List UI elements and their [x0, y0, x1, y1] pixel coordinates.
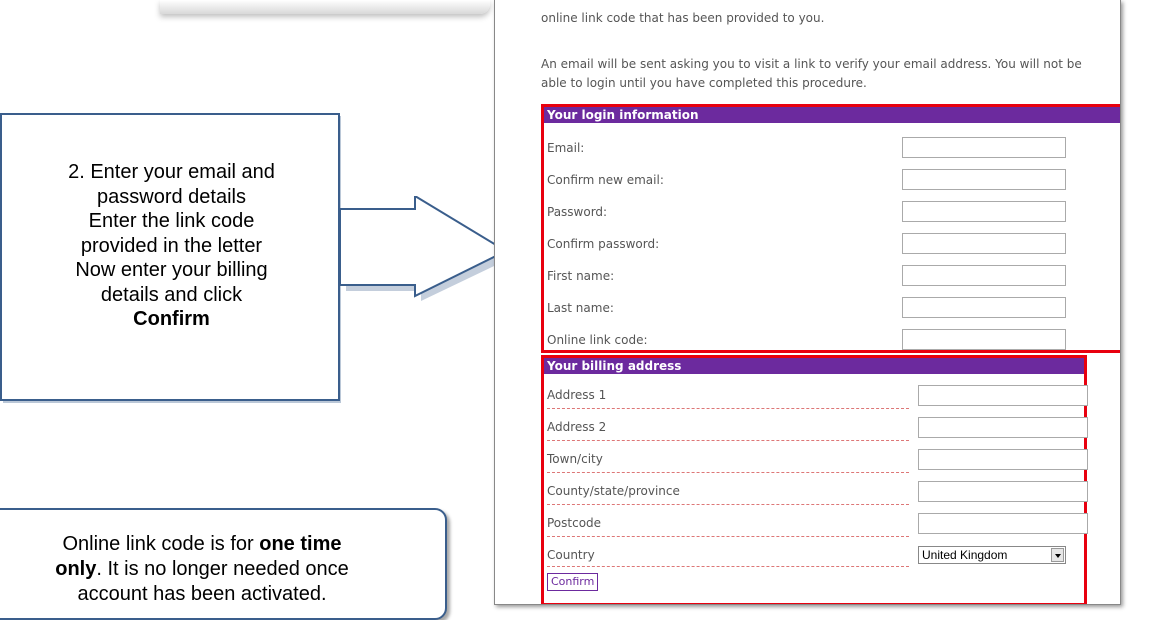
address1-field[interactable] [918, 385, 1088, 406]
confirm-email-label: Confirm new email: [547, 173, 664, 187]
section-title: Your login information [544, 107, 1120, 123]
note-emphasis: one time [259, 533, 342, 555]
callout-line: 2. Enter your email and [68, 161, 275, 183]
email-label: Email: [547, 141, 585, 155]
first-name-field[interactable] [902, 265, 1066, 286]
first-name-label: First name: [547, 269, 615, 283]
confirm-email-field[interactable] [902, 169, 1066, 190]
link-code-field[interactable] [902, 329, 1066, 350]
confirm-password-field[interactable] [902, 233, 1066, 254]
link-code-note: Online link code is for one time only. I… [0, 508, 447, 620]
callout-line: provided in the letter [80, 234, 263, 257]
password-label: Password: [547, 205, 608, 219]
note-line2-text: . It is no longer needed once [96, 558, 349, 580]
registration-page: online link code that has been provided … [494, 0, 1121, 605]
instruction-callout: 2. Enter your email and password details… [0, 113, 343, 405]
country-label: Country [547, 548, 595, 562]
confirm-button[interactable]: Confirm [547, 573, 599, 591]
callout-line: Enter the link code [88, 210, 255, 232]
last-name-field[interactable] [902, 297, 1066, 318]
callout-line: password details [97, 185, 246, 208]
row-divider [547, 440, 909, 441]
row-divider [547, 408, 909, 409]
callout-line: Now enter your billing [75, 259, 268, 281]
postcode-label: Postcode [547, 516, 602, 530]
verify-email-text: An email will be sent asking you to visi… [541, 57, 1082, 90]
address1-label: Address 1 [547, 388, 607, 402]
callout-line: details and click [100, 283, 243, 306]
password-field[interactable] [902, 201, 1066, 222]
row-divider [547, 566, 909, 567]
row-divider [547, 504, 909, 505]
town-field[interactable] [918, 449, 1088, 470]
note-emphasis: only [55, 558, 97, 580]
email-field[interactable] [902, 137, 1066, 158]
link-code-label: Online link code: [547, 333, 648, 347]
address2-label: Address 2 [547, 420, 607, 434]
callout-text: 2. Enter your email and password details… [14, 160, 329, 332]
intro-text: online link code that has been provided … [541, 11, 825, 25]
row-divider [547, 472, 909, 473]
window-shadow-edge [160, 0, 490, 14]
section-title: Your billing address [544, 358, 1084, 374]
confirm-password-label: Confirm password: [547, 237, 660, 251]
login-info-section: Your login information Email: Confirm ne… [541, 104, 1120, 353]
note-text: Online link code is for one time only. I… [0, 532, 422, 607]
arrow-right-icon [340, 196, 513, 301]
billing-address-section: Your billing address Address 1 Address 2… [541, 355, 1088, 604]
postcode-field[interactable] [918, 513, 1088, 534]
chevron-down-icon[interactable] [1051, 548, 1064, 562]
row-divider [547, 536, 909, 537]
country-select-value: United Kingdom [922, 548, 1008, 562]
town-label: Town/city [547, 452, 603, 466]
county-field[interactable] [918, 481, 1088, 502]
country-select[interactable]: United Kingdom [918, 546, 1066, 564]
note-line1-text: Online link code is for [62, 533, 254, 555]
last-name-label: Last name: [547, 301, 614, 315]
county-label: County/state/province [547, 484, 680, 498]
callout-confirm-word: Confirm [133, 308, 210, 330]
note-line3-text: account has been activated. [77, 583, 327, 605]
address2-field[interactable] [918, 417, 1088, 438]
